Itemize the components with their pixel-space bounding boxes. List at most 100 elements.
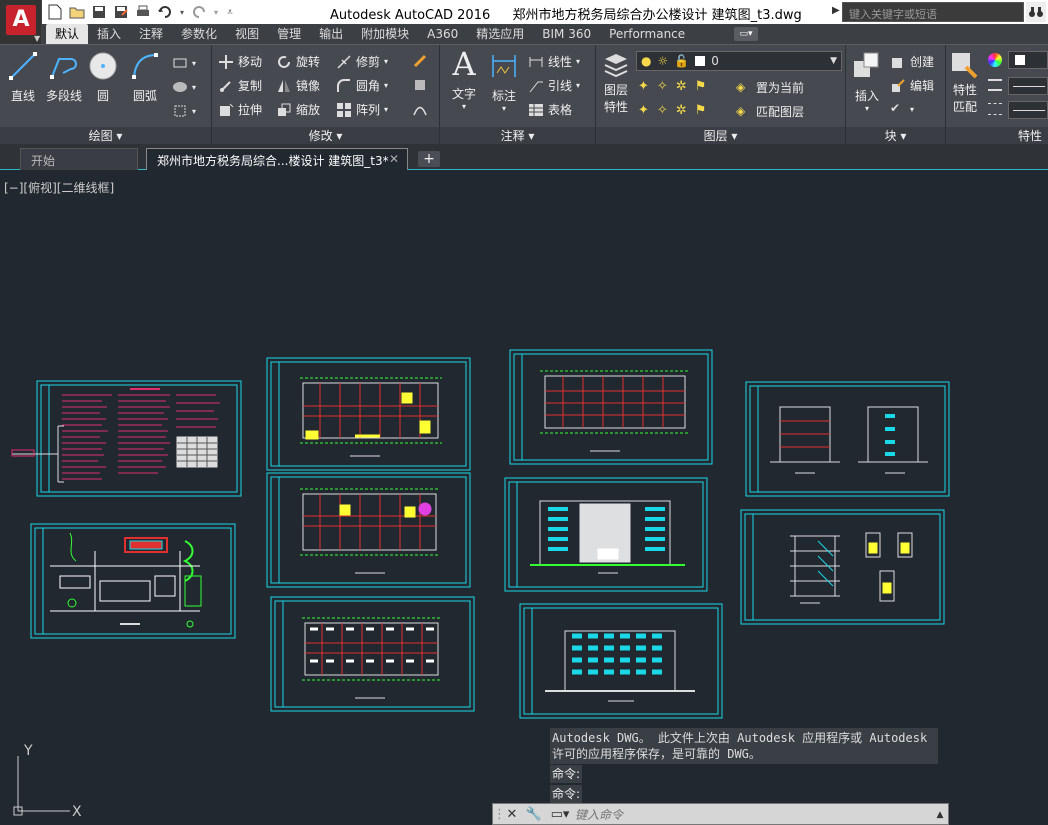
circle-tool[interactable]: 圆 xyxy=(88,51,118,104)
layers-panel-title[interactable]: 图层 ▾ xyxy=(596,127,845,145)
text-tool[interactable]: A 文字 ▾ xyxy=(448,48,480,111)
dimension-tool[interactable]: 标注 ▾ xyxy=(488,51,520,113)
dropdown-icon: ▾ xyxy=(192,106,197,116)
layer-on-icon[interactable]: ✦ xyxy=(638,103,649,118)
redo-dropdown-icon[interactable]: ▾ xyxy=(212,3,220,21)
tab-featured-apps[interactable]: 精选应用 xyxy=(467,24,533,44)
active-drawing-tab[interactable]: 郑州市地方税务局综合...楼设计 建筑图_t3* ✕ xyxy=(146,148,408,170)
polyline-icon xyxy=(49,51,79,81)
window-title: Autodesk AutoCAD 2016 郑州市地方税务局综合办公楼设计 建筑… xyxy=(330,4,802,23)
explode-tool[interactable] xyxy=(412,77,428,93)
rotate-tool[interactable]: 旋转 xyxy=(276,53,320,70)
draw-panel-title[interactable]: 绘图 ▾ xyxy=(0,127,211,145)
copy-tool[interactable]: 复制 xyxy=(218,77,262,94)
start-tab[interactable]: 开始 xyxy=(20,148,138,170)
close-icon[interactable]: ✕ xyxy=(503,806,521,824)
block-panel-title[interactable]: 块 ▾ xyxy=(846,127,945,145)
lineweight-dropdown[interactable] xyxy=(1008,101,1048,119)
stretch-tool[interactable]: 拉伸 xyxy=(218,101,262,118)
search-input[interactable]: 键入关键字或短语 xyxy=(842,2,1024,22)
leader-tool[interactable]: 引线 ▾ xyxy=(528,77,580,94)
tab-view[interactable]: 视图 xyxy=(226,24,268,44)
close-icon[interactable]: ✕ xyxy=(389,152,399,166)
hatch-tool[interactable]: ▾ xyxy=(172,79,196,95)
match-properties-tool[interactable]: 特性 匹配 xyxy=(950,51,980,115)
customize-qat-icon[interactable]: ⩡ xyxy=(224,3,236,21)
layer-off-icon[interactable]: ✦ xyxy=(638,79,649,94)
table-tool[interactable]: 表格 xyxy=(528,101,572,118)
chevron-down-icon: ▼ xyxy=(830,56,837,66)
mirror-tool[interactable]: 镜像 xyxy=(276,77,320,94)
properties-panel-title[interactable]: 特性 xyxy=(946,127,1048,145)
open-folder-icon[interactable] xyxy=(68,3,86,21)
erase-tool[interactable] xyxy=(412,53,428,69)
boundary-tool[interactable]: ▾ xyxy=(172,103,196,119)
modify-panel-title[interactable]: 修改 ▾ xyxy=(212,127,439,145)
annotation-panel-title[interactable]: 注释 ▾ xyxy=(440,127,595,145)
arc-tool[interactable]: 圆弧 xyxy=(128,51,162,104)
properties-panel: 特性 匹配 特性 xyxy=(946,45,1048,145)
layer-thaw-icon[interactable]: ✲ xyxy=(676,103,687,118)
binoculars-icon[interactable] xyxy=(1026,2,1046,22)
match-layer-tool[interactable]: ◈ 匹配图层 xyxy=(736,103,804,120)
offset-tool[interactable] xyxy=(412,101,428,117)
chevron-up-icon[interactable]: ▲ xyxy=(931,806,949,824)
tab-default[interactable]: 默认 xyxy=(46,24,89,44)
application-menu-button[interactable]: A ▼ xyxy=(0,0,42,44)
tab-bim360[interactable]: BIM 360 xyxy=(533,24,600,44)
undo-icon[interactable] xyxy=(156,3,174,21)
fillet-tool[interactable]: 圆角 ▾ xyxy=(336,77,388,94)
tab-parametric[interactable]: 参数化 xyxy=(172,24,226,44)
tab-performance[interactable]: Performance xyxy=(600,24,694,44)
trim-tool[interactable]: 修剪 ▾ xyxy=(336,53,388,70)
color-wheel-icon[interactable] xyxy=(988,53,1002,67)
array-tool[interactable]: 阵列 ▾ xyxy=(336,101,388,118)
polyline-tool[interactable]: 多段线 xyxy=(44,51,84,104)
layer-tool-row-1: ✦ ✧ ✲ ⚑ xyxy=(638,79,706,94)
grip-handle-icon[interactable]: ⋮ xyxy=(493,806,506,824)
tab-addins[interactable]: 附加模块 xyxy=(352,24,418,44)
block-attributes-tool[interactable]: ✔ ▾ xyxy=(890,101,914,117)
sun-icon: ☼ xyxy=(657,54,669,68)
create-block-tool[interactable]: 创建 xyxy=(890,53,934,70)
set-current-tool[interactable]: ◈ 置为当前 xyxy=(736,79,804,96)
layer-dropdown[interactable]: ● ☼ 🔓 0 ▼ xyxy=(636,51,842,71)
tab-a360[interactable]: A360 xyxy=(418,24,467,44)
move-tool[interactable]: 移动 xyxy=(218,53,262,70)
redo-icon[interactable] xyxy=(190,3,208,21)
command-prompt-icon[interactable]: ▭▾ xyxy=(549,806,571,824)
command-input[interactable] xyxy=(575,806,930,824)
search-expand-icon[interactable]: ▶ xyxy=(832,5,840,16)
dropdown-icon: ▾ xyxy=(576,57,581,66)
layer-properties-tool[interactable]: 图层 特性 xyxy=(600,51,632,115)
layer-unisolate-icon[interactable]: ✧ xyxy=(657,103,668,118)
line-tool[interactable]: 直线 xyxy=(6,51,40,104)
tab-insert[interactable]: 插入 xyxy=(88,24,130,44)
layer-freeze-icon[interactable]: ✲ xyxy=(676,79,687,94)
wrench-icon[interactable]: 🔧 xyxy=(525,806,543,824)
drawing-sheet-rear-elevation xyxy=(519,603,723,719)
new-file-icon[interactable] xyxy=(46,3,64,21)
layer-isolate-icon[interactable]: ✧ xyxy=(657,79,668,94)
undo-dropdown-icon[interactable]: ▾ xyxy=(178,3,186,21)
drawing-canvas[interactable]: [−][俯视][二维线框] Y X Autodesk DWG。 此文件上次由 A… xyxy=(0,171,1048,825)
layer-unlock-icon[interactable]: ⚑ xyxy=(695,103,707,118)
insert-block-tool[interactable]: 插入 ▾ xyxy=(852,51,882,113)
tab-annotate[interactable]: 注释 xyxy=(130,24,172,44)
ribbon-minimize-button[interactable]: ▭▾ xyxy=(734,27,758,41)
new-tab-button[interactable]: + xyxy=(418,151,440,167)
edit-block-tool[interactable]: 编辑 xyxy=(890,77,934,94)
layer-lock-icon[interactable]: ⚑ xyxy=(695,79,707,94)
linetype-icon[interactable] xyxy=(988,79,1002,91)
print-icon[interactable] xyxy=(134,3,152,21)
rectangle-tool[interactable]: ▾ xyxy=(172,55,196,71)
color-dropdown[interactable] xyxy=(1008,51,1048,69)
save-icon[interactable] xyxy=(90,3,108,21)
tab-manage[interactable]: 管理 xyxy=(268,24,310,44)
linear-dimension-tool[interactable]: 线性 ▾ xyxy=(528,53,580,70)
tab-output[interactable]: 输出 xyxy=(310,24,352,44)
lineweight-icon[interactable] xyxy=(988,103,1002,115)
linetype-dropdown[interactable] xyxy=(1008,77,1048,95)
scale-tool[interactable]: 缩放 xyxy=(276,101,320,118)
save-as-icon[interactable] xyxy=(112,3,130,21)
